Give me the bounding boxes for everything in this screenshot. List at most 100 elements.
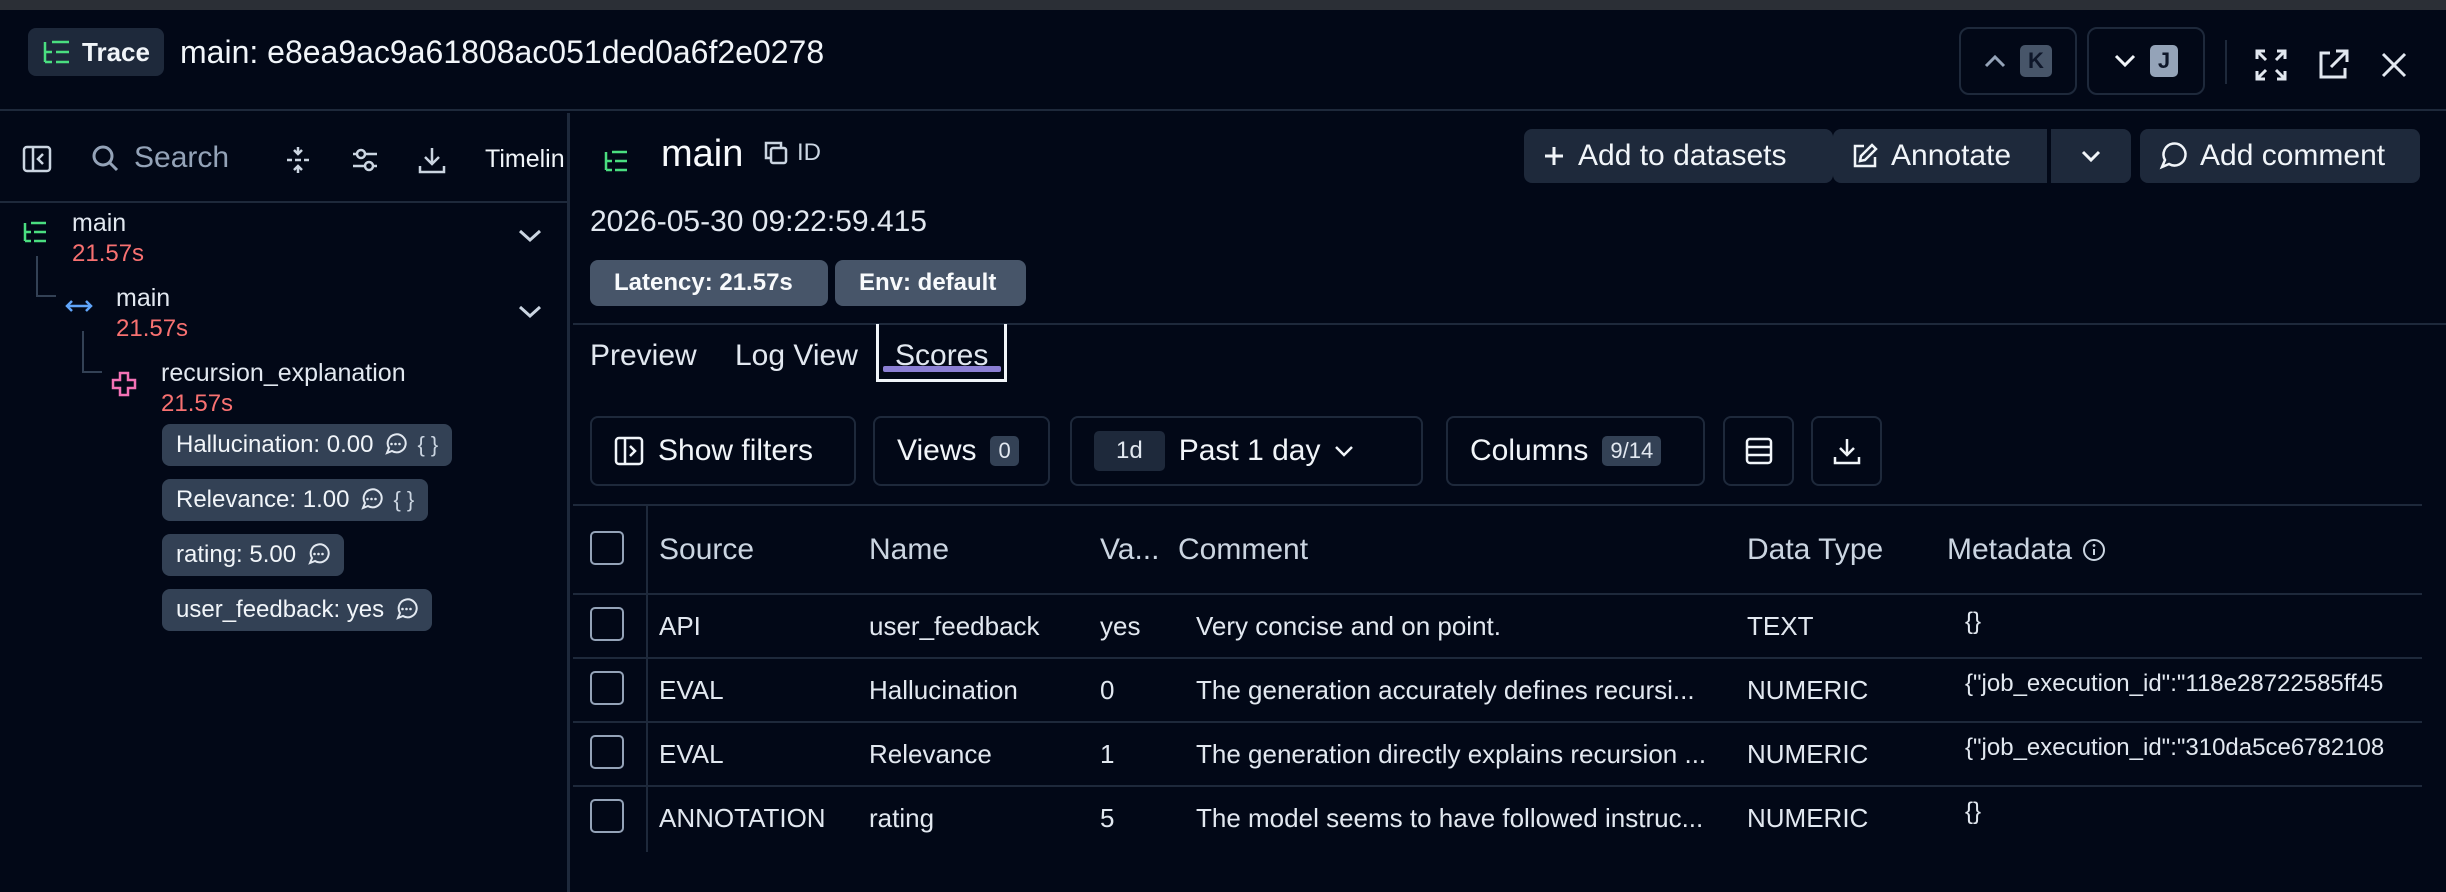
chevron-down-icon <box>2114 54 2136 68</box>
column-header-name[interactable]: Name <box>869 533 949 567</box>
trace-title: main: e8ea9ac9a61808ac051ded0a6f2e0278 <box>180 34 825 70</box>
table-divider <box>573 504 2422 506</box>
column-header-data-type[interactable]: Data Type <box>1747 533 1883 567</box>
span-arrows-icon <box>64 298 94 314</box>
annotate-button[interactable]: Annotate <box>1833 129 2049 183</box>
row-checkbox[interactable] <box>590 799 624 833</box>
trace-icon <box>42 39 72 65</box>
maximize-icon[interactable] <box>2254 48 2288 82</box>
cell-metadata: {"job_execution_id":"310da5ce6782108 <box>1965 734 2385 761</box>
generation-icon <box>110 370 138 398</box>
column-header-metadata[interactable]: Metadata <box>1947 533 2106 567</box>
cell-data-type: NUMERIC <box>1747 675 1869 705</box>
observation-title: main <box>661 133 744 175</box>
date-range-label: Past 1 day <box>1178 434 1321 467</box>
tree-node-name[interactable]: main <box>72 209 126 238</box>
trace-icon <box>22 220 48 244</box>
cell-metadata: {} <box>1965 798 1982 825</box>
row-checkbox[interactable] <box>590 735 624 769</box>
close-icon[interactable] <box>2380 51 2408 79</box>
score-chip-hallucination[interactable]: Hallucination: 0.00 { } <box>162 424 453 466</box>
cell-source: ANNOTATION <box>659 803 826 833</box>
tree-node-latency: 21.57s <box>72 240 145 267</box>
tree-node-name[interactable]: recursion_explanation <box>161 359 406 388</box>
tree-connector <box>82 331 84 373</box>
open-external-icon[interactable] <box>2316 48 2350 82</box>
latency-badge: Latency: 21.57s <box>590 260 828 306</box>
previous-trace-button[interactable]: K <box>1959 27 2077 95</box>
download-icon <box>1832 436 1862 466</box>
tree-node-name[interactable]: main <box>116 284 170 313</box>
score-chip-label: Relevance: 1.00 <box>176 486 350 513</box>
views-button[interactable]: Views 0 <box>873 416 1050 486</box>
cell-value: 0 <box>1100 675 1115 705</box>
shortcut-key-k: K <box>2020 45 2052 77</box>
observation-detail-panel: main ID Add to datasets Annotate Add com… <box>573 113 2446 892</box>
search-icon <box>90 143 120 173</box>
columns-label: Columns <box>1470 434 1589 467</box>
show-filters-button[interactable]: Show filters <box>590 416 856 486</box>
cell-metadata: {} <box>1965 608 1982 635</box>
views-count: 0 <box>990 436 1019 466</box>
trace-tree-sidebar: Search Timelin main 21.57s main 21.57s r… <box>0 113 570 892</box>
add-to-datasets-button[interactable]: Add to datasets <box>1524 129 1833 183</box>
cell-name: rating <box>869 803 935 833</box>
cell-source: API <box>659 611 701 641</box>
chevron-down-icon <box>1334 445 1354 457</box>
download-button[interactable] <box>1811 416 1882 486</box>
table-divider <box>573 593 2422 595</box>
score-chip-relevance[interactable]: Relevance: 1.00 { } <box>162 479 429 521</box>
comment-icon <box>359 488 384 512</box>
settings-sliders-icon[interactable] <box>350 145 380 175</box>
collapse-panel-icon[interactable] <box>22 145 52 173</box>
date-range-short: 1d <box>1094 431 1165 471</box>
comment-icon <box>383 433 408 457</box>
braces-icon: { } <box>417 432 439 457</box>
score-chip-rating[interactable]: rating: 5.00 <box>162 534 345 576</box>
table-divider <box>573 785 2422 787</box>
cell-source: EVAL <box>659 675 724 705</box>
column-header-value[interactable]: Va... <box>1100 533 1159 567</box>
cell-data-type: NUMERIC <box>1747 803 1869 833</box>
timeline-toggle[interactable]: Timelin <box>485 145 565 174</box>
column-header-source[interactable]: Source <box>659 533 754 567</box>
chevron-down-icon[interactable] <box>518 305 542 319</box>
trace-header: Trace main: e8ea9ac9a61808ac051ded0a6f2e… <box>0 10 2446 111</box>
env-badge: Env: default <box>835 260 1026 306</box>
add-comment-button[interactable]: Add comment <box>2140 129 2420 183</box>
select-all-checkbox[interactable] <box>590 531 624 565</box>
annotate-dropdown-button[interactable] <box>2051 129 2131 183</box>
date-range-select[interactable]: 1d Past 1 day <box>1070 416 1423 486</box>
cell-comment: Very concise and on point. <box>1196 611 1501 641</box>
columns-button[interactable]: Columns 9/14 <box>1446 416 1705 486</box>
copy-id-button[interactable]: ID <box>763 139 821 167</box>
column-header-comment[interactable]: Comment <box>1178 533 1308 567</box>
views-label: Views <box>897 434 977 467</box>
edit-icon <box>1851 142 1879 170</box>
columns-count: 9/14 <box>1602 436 1662 466</box>
checkbox-column-divider <box>646 505 648 852</box>
score-chip-label: Hallucination: 0.00 <box>176 431 374 458</box>
tree-search-input[interactable]: Search <box>90 141 229 175</box>
tab-log-view[interactable]: Log View <box>735 339 858 373</box>
collapse-all-icon[interactable] <box>283 145 313 175</box>
row-checkbox[interactable] <box>590 607 624 641</box>
score-chip-label: user_feedback: yes <box>176 596 385 623</box>
row-checkbox[interactable] <box>590 671 624 705</box>
tab-preview[interactable]: Preview <box>590 339 697 373</box>
cell-source: EVAL <box>659 739 724 769</box>
row-density-button[interactable] <box>1723 416 1794 486</box>
next-trace-button[interactable]: J <box>2087 27 2205 95</box>
chevron-down-icon[interactable] <box>518 229 542 243</box>
score-chip-user-feedback[interactable]: user_feedback: yes <box>162 589 433 631</box>
chevron-up-icon <box>1984 54 2006 68</box>
cell-data-type: TEXT <box>1747 611 1814 641</box>
info-icon <box>2082 538 2106 562</box>
download-icon[interactable] <box>417 145 447 175</box>
window-top-strip <box>0 0 2446 10</box>
chevron-down-icon <box>2081 150 2101 162</box>
cell-metadata: {"job_execution_id":"118e28722585ff45 <box>1965 670 2384 697</box>
comment-icon <box>306 543 330 567</box>
comment-icon <box>2158 141 2188 171</box>
tabs-divider <box>573 323 2446 325</box>
